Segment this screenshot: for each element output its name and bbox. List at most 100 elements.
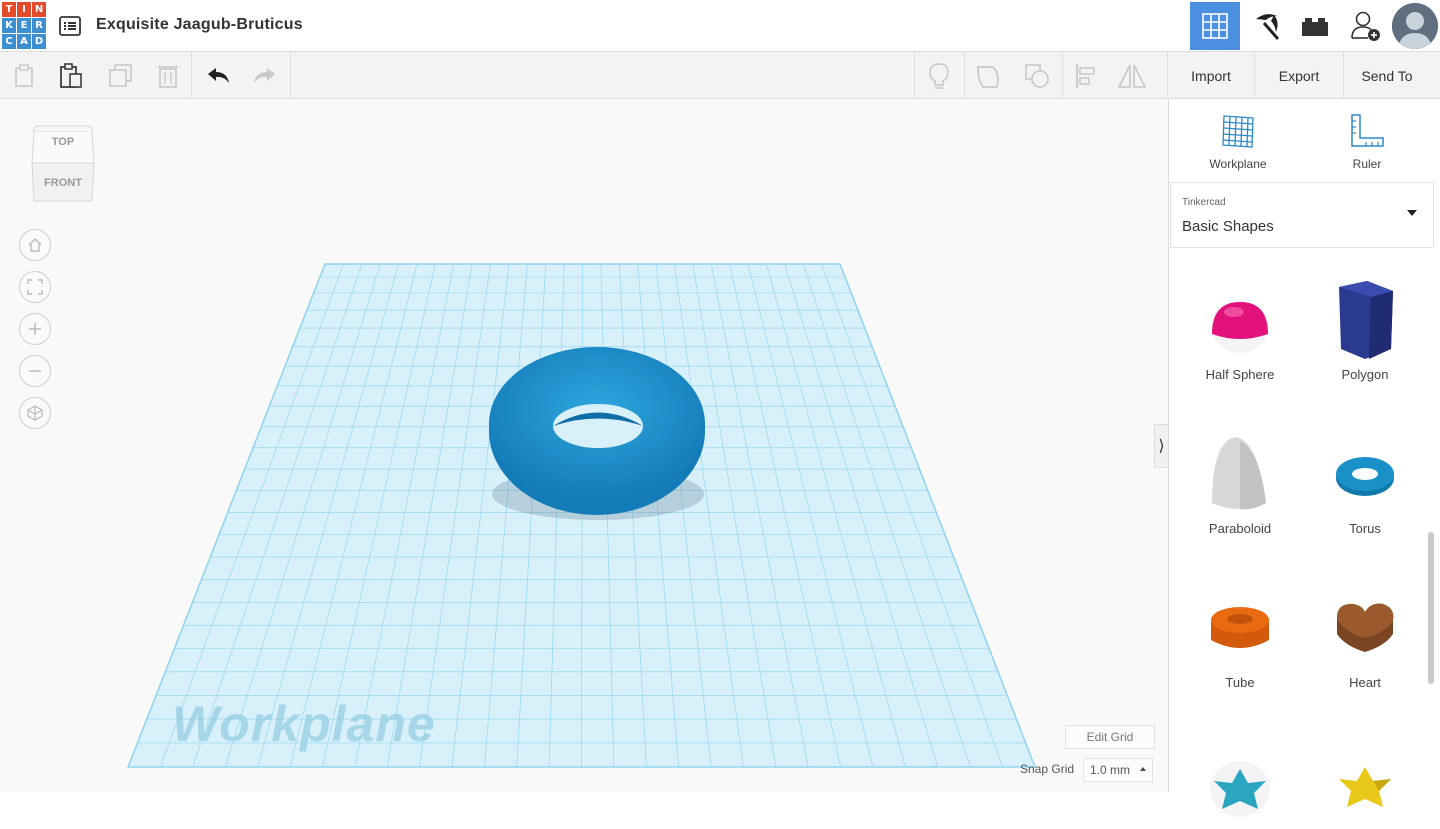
polygon-icon bbox=[1339, 281, 1393, 359]
collapse-panel-button[interactable]: ⟩ bbox=[1154, 424, 1168, 468]
workplane-icon bbox=[1222, 115, 1254, 148]
perspective-toggle-button[interactable] bbox=[19, 397, 51, 429]
app-header: TIN KER CAD Exquisite Jaagub-Bruticus bbox=[0, 0, 1440, 52]
copy-button[interactable] bbox=[10, 61, 40, 91]
shape-polygon[interactable]: Polygon bbox=[1310, 277, 1420, 382]
snap-grid-value: 1.0 mm bbox=[1090, 763, 1131, 777]
ruler-tool[interactable]: Ruler bbox=[1317, 111, 1417, 171]
toolbar-divider bbox=[290, 52, 291, 99]
pickaxe-icon bbox=[1256, 14, 1280, 40]
panel-scrollbar[interactable] bbox=[1428, 532, 1434, 684]
delete-button[interactable] bbox=[153, 61, 183, 91]
shape-tube[interactable]: Tube bbox=[1185, 585, 1295, 690]
tube-icon bbox=[1211, 607, 1269, 648]
shape-label: Half Sphere bbox=[1205, 367, 1275, 382]
group-icon bbox=[977, 66, 999, 88]
show-all-button[interactable] bbox=[924, 61, 954, 91]
shape-label: Heart bbox=[1349, 675, 1381, 690]
zoom-out-button[interactable] bbox=[19, 355, 51, 387]
shape-label: Polygon bbox=[1341, 367, 1389, 382]
redo-button[interactable] bbox=[250, 61, 280, 91]
invite-user-button[interactable] bbox=[1340, 2, 1390, 50]
shape-library-select[interactable]: Tinkercad Basic Shapes bbox=[1170, 182, 1434, 248]
paste-button[interactable] bbox=[56, 61, 86, 91]
logo-letter: A bbox=[17, 34, 31, 49]
zoom-in-icon bbox=[29, 323, 41, 335]
align-button[interactable] bbox=[1071, 61, 1101, 91]
toolbar-divider bbox=[964, 52, 965, 99]
viewcube-top-face[interactable]: TOP bbox=[30, 136, 96, 148]
star-icon bbox=[1210, 761, 1270, 817]
shape-yellow-star[interactable] bbox=[1310, 739, 1420, 829]
library-provider: Tinkercad bbox=[1182, 197, 1226, 208]
bricks-view-button[interactable] bbox=[1290, 2, 1340, 50]
shape-half-sphere[interactable]: Half Sphere bbox=[1185, 277, 1295, 382]
redo-icon bbox=[254, 68, 275, 83]
undo-button[interactable] bbox=[203, 61, 233, 91]
design-title[interactable]: Exquisite Jaagub-Bruticus bbox=[96, 16, 303, 34]
edit-toolbar: Import Export Send To bbox=[0, 52, 1440, 99]
zoom-out-icon bbox=[29, 370, 41, 372]
yellow-star-icon bbox=[1339, 767, 1391, 807]
shape-star[interactable] bbox=[1185, 739, 1295, 829]
library-selected: Basic Shapes bbox=[1182, 218, 1274, 235]
send-to-button[interactable]: Send To bbox=[1344, 52, 1430, 99]
avatar-icon bbox=[1392, 3, 1438, 49]
user-avatar[interactable] bbox=[1392, 3, 1438, 49]
grid-icon bbox=[1202, 13, 1228, 39]
design-list-button[interactable] bbox=[58, 14, 82, 38]
workplane-label: Workplane bbox=[172, 696, 436, 752]
shape-paraboloid[interactable]: Paraboloid bbox=[1185, 431, 1295, 536]
logo-letter: D bbox=[32, 34, 46, 49]
paste-icon bbox=[60, 63, 82, 88]
ungroup-icon bbox=[1025, 64, 1049, 88]
ungroup-button[interactable] bbox=[1022, 61, 1052, 91]
duplicate-button[interactable] bbox=[105, 61, 135, 91]
export-button[interactable]: Export bbox=[1255, 52, 1343, 99]
viewcube-front-face[interactable]: FRONT bbox=[30, 177, 96, 189]
list-icon bbox=[59, 16, 81, 36]
toolbar-divider bbox=[191, 52, 192, 99]
group-button[interactable] bbox=[974, 61, 1004, 91]
align-icon bbox=[1076, 64, 1095, 88]
workplane-tool[interactable]: Workplane bbox=[1188, 111, 1288, 171]
import-button[interactable]: Import bbox=[1168, 52, 1254, 99]
logo-letter: T bbox=[2, 2, 16, 17]
workplane-tool-label: Workplane bbox=[1209, 157, 1267, 171]
delete-icon bbox=[158, 66, 178, 88]
logo-letter: N bbox=[32, 2, 46, 17]
fit-view-icon bbox=[27, 279, 43, 295]
ruler-tool-label: Ruler bbox=[1352, 157, 1382, 171]
logo-letter: E bbox=[17, 18, 31, 33]
brick-icon bbox=[1302, 18, 1328, 36]
light-bulb-icon bbox=[929, 63, 949, 89]
shape-torus[interactable]: Torus bbox=[1310, 431, 1420, 536]
blocks-view-button[interactable] bbox=[1241, 2, 1291, 50]
home-view-button[interactable] bbox=[19, 229, 51, 261]
torus-object[interactable] bbox=[489, 347, 705, 515]
zoom-in-button[interactable] bbox=[19, 313, 51, 345]
logo-letter: R bbox=[32, 18, 46, 33]
view-cube[interactable]: TOP FRONT bbox=[30, 125, 96, 203]
logo-letter: C bbox=[2, 34, 16, 49]
chevron-right-icon: ⟩ bbox=[1158, 438, 1165, 455]
mirror-icon bbox=[1117, 64, 1147, 88]
shape-label: Torus bbox=[1349, 521, 1381, 536]
tinkercad-logo[interactable]: TIN KER CAD bbox=[2, 2, 46, 49]
snap-grid-label: Snap Grid bbox=[1020, 762, 1075, 776]
edit-grid-button[interactable]: Edit Grid bbox=[1065, 725, 1155, 749]
3d-design-view-button[interactable] bbox=[1190, 2, 1240, 50]
shapes-panel: Workplane Ruler Tinkercad Basic Shapes H… bbox=[1168, 99, 1440, 817]
mirror-button[interactable] bbox=[1117, 61, 1147, 91]
toolbar-divider bbox=[914, 52, 915, 99]
perspective-icon bbox=[27, 405, 43, 421]
heart-icon bbox=[1337, 603, 1394, 652]
logo-letter: K bbox=[2, 18, 16, 33]
ruler-icon bbox=[1351, 114, 1384, 147]
fit-view-button[interactable] bbox=[19, 271, 51, 303]
duplicate-icon bbox=[109, 64, 132, 87]
shape-heart[interactable]: Heart bbox=[1310, 585, 1420, 690]
3d-viewport[interactable]: Workplane TOP FRONT Edit Grid Snap Grid … bbox=[0, 99, 1168, 792]
snap-grid-select[interactable]: 1.0 mm bbox=[1083, 758, 1153, 782]
workplane-grid[interactable] bbox=[0, 99, 1168, 792]
